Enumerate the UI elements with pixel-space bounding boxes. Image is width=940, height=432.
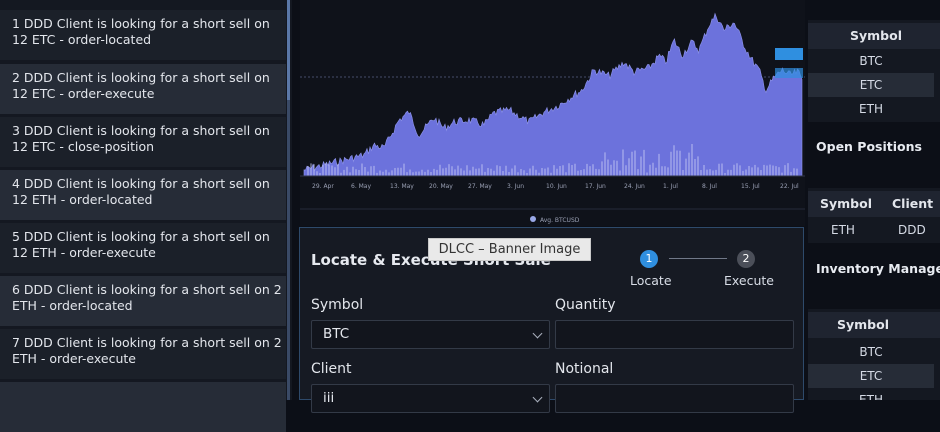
step-2-circle[interactable]: 2 <box>737 250 755 268</box>
x-tick-label: 24. Jun <box>624 183 645 190</box>
positions-header: Symbol Client <box>808 191 940 217</box>
notional-input[interactable] <box>555 384 794 413</box>
price-tag <box>775 68 803 78</box>
open-positions-table: Symbol Client ETH DDD <box>808 188 940 243</box>
quantity-label: Quantity <box>555 297 616 313</box>
notification-item[interactable]: 3 DDD Client is looking for a short sell… <box>0 117 286 167</box>
step-1-circle[interactable]: 1 <box>640 250 658 268</box>
notification-item[interactable]: 1 DDD Client is looking for a short sell… <box>0 10 286 60</box>
x-tick-label: 1. Jul <box>663 183 678 190</box>
legend-label[interactable]: Avg. BTCUSD <box>540 217 580 224</box>
x-tick-label: 10. Jun <box>546 183 567 190</box>
x-tick-label: 27. May <box>468 183 492 190</box>
chevron-down-icon <box>532 328 543 339</box>
position-client: DDD <box>898 223 926 237</box>
chevron-down-icon <box>532 392 543 403</box>
inventory-row[interactable]: BTC <box>808 340 934 364</box>
symbol-row[interactable]: ETC <box>808 73 934 97</box>
step-2-label: Execute <box>724 273 774 288</box>
x-tick-label: 22. Jul <box>780 183 799 190</box>
right-panel: Symbol BTC ETC ETH Open Positions Symbol… <box>808 0 940 400</box>
x-tick-label: 15. Jul <box>741 183 760 190</box>
x-tick-label: 29. Apr <box>312 183 334 190</box>
x-tick-label: 20. May <box>429 183 453 190</box>
notifications-panel: 1 DDD Client is looking for a short sell… <box>0 0 292 432</box>
notifications-scrollbar[interactable] <box>287 0 290 400</box>
notional-label: Notional <box>555 361 614 377</box>
positions-header-client: Client <box>892 196 934 211</box>
notification-item[interactable]: 7 DDD Client is looking for a short sell… <box>0 329 286 379</box>
x-tick-label: 8. Jul <box>702 183 717 190</box>
banner-image-label: DLCC – Banner Image <box>428 238 591 261</box>
inventory-row[interactable]: ETH <box>808 388 934 400</box>
notification-item[interactable]: 6 DDD Client is looking for a short sell… <box>0 276 286 326</box>
symbols-table: Symbol BTC ETC ETH <box>808 20 940 122</box>
inventory-header: Symbol <box>808 312 940 338</box>
price-chart-svg: 29. Apr 6. May 13. May 20. May 27. May 3. Jun… <box>300 12 805 224</box>
inventory-manager-title: Inventory Manage <box>816 261 940 276</box>
x-tick-label: 6. May <box>351 183 371 190</box>
client-value: iii <box>323 390 335 406</box>
notification-item[interactable]: 4 DDD Client is looking for a short sell… <box>0 170 286 220</box>
step-1-label: Locate <box>630 273 672 288</box>
legend-marker <box>530 216 536 222</box>
x-tick-label: 17. Jun <box>585 183 606 190</box>
notification-item[interactable]: 5 DDD Client is looking for a short sell… <box>0 223 286 273</box>
inventory-table: Symbol BTC ETC ETH <box>808 309 940 400</box>
symbols-header: Symbol <box>808 23 940 49</box>
client-label: Client <box>311 361 352 377</box>
symbol-label: Symbol <box>311 297 364 313</box>
symbol-row[interactable]: BTC <box>808 49 934 73</box>
client-select[interactable]: iii <box>311 384 550 413</box>
symbol-value: BTC <box>323 326 350 342</box>
quantity-input[interactable] <box>555 320 794 349</box>
notification-item[interactable]: 2 DDD Client is looking for a short sell… <box>0 64 286 114</box>
notification-item[interactable] <box>0 382 286 432</box>
x-tick-label: 3. Jun <box>507 183 524 190</box>
position-row[interactable]: ETH DDD <box>808 219 940 241</box>
open-positions-title: Open Positions <box>816 139 922 154</box>
step-connector <box>669 258 727 259</box>
price-chart: 29. Apr 6. May 13. May 20. May 27. May 3. Jun… <box>300 0 805 226</box>
positions-header-symbol: Symbol <box>820 196 872 211</box>
x-axis-ticks: 29. Apr 6. May 13. May 20. May 27. May 3. Jun… <box>312 183 799 190</box>
position-symbol: ETH <box>831 223 855 237</box>
symbol-select[interactable]: BTC <box>311 320 550 349</box>
symbol-row[interactable]: ETH <box>808 97 934 121</box>
inventory-row[interactable]: ETC <box>808 364 934 388</box>
price-area <box>303 12 803 177</box>
x-tick-label: 13. May <box>390 183 414 190</box>
price-tag <box>775 48 803 60</box>
scrollbar-thumb[interactable] <box>287 0 290 100</box>
